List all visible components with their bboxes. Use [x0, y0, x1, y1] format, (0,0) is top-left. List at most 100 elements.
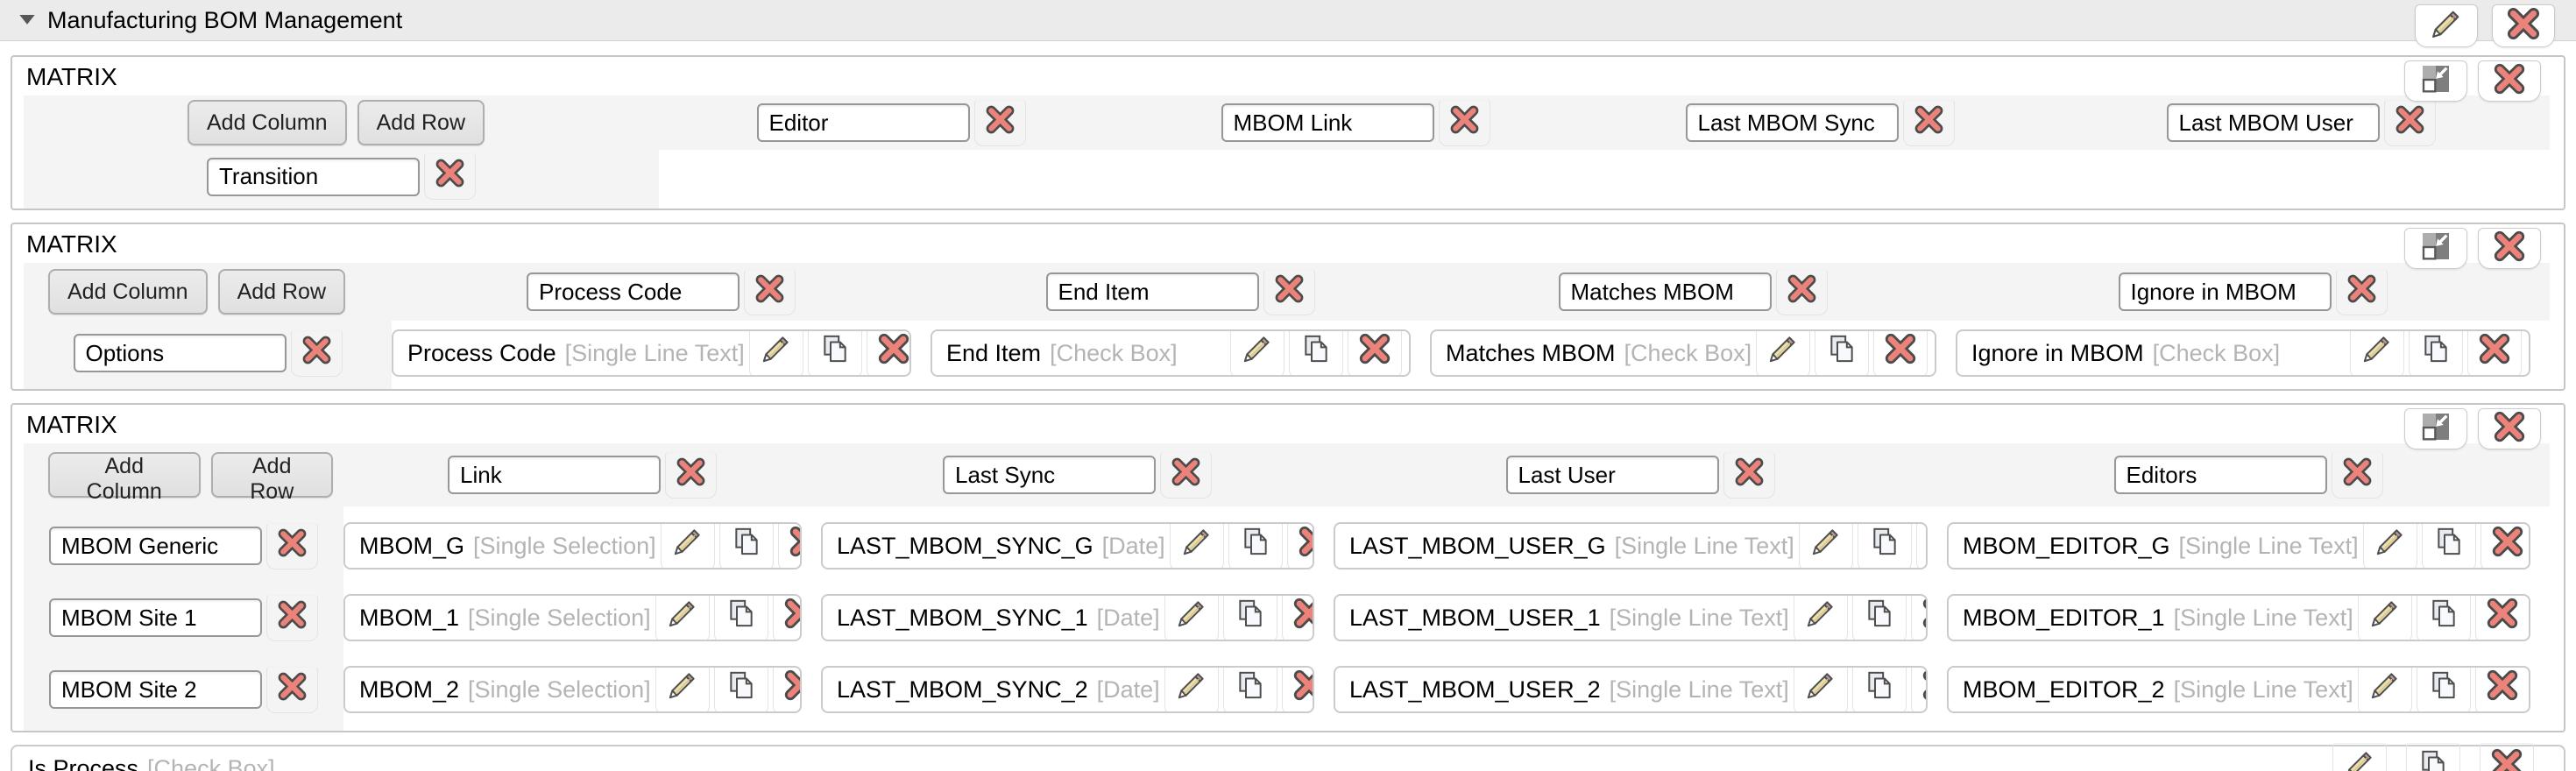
delete-field-button[interactable] [1282, 594, 1314, 641]
edit-field-button[interactable] [1756, 329, 1810, 377]
delete-column-button[interactable] [1723, 452, 1775, 499]
copy-field-button[interactable] [2417, 594, 2471, 641]
delete-field-button[interactable] [2480, 522, 2530, 569]
edit-field-button[interactable] [1164, 594, 1219, 641]
copy-field-button[interactable] [2422, 522, 2476, 569]
field-box[interactable]: MBOM_EDITOR_G[Single Line Text] [1947, 522, 2530, 569]
column-name-input[interactable] [2167, 103, 2380, 142]
delete-field-button[interactable] [2480, 743, 2534, 771]
edit-field-button[interactable] [2332, 743, 2387, 771]
delete-row-button[interactable] [424, 153, 476, 200]
field-box[interactable]: LAST_MBOM_SYNC_2[Date] [821, 666, 1314, 713]
delete-field-button[interactable] [867, 329, 911, 377]
column-name-input[interactable] [1221, 103, 1434, 142]
column-name-input[interactable] [448, 456, 661, 494]
column-name-input[interactable] [527, 272, 740, 311]
delete-column-button[interactable] [2384, 100, 2436, 146]
add-row-button[interactable]: Add Row [211, 452, 334, 498]
delete-field-button[interactable] [2467, 329, 2522, 377]
copy-field-button[interactable] [1858, 522, 1912, 569]
delete-row-button[interactable] [291, 330, 343, 377]
column-name-input[interactable] [1506, 456, 1719, 494]
delete-field-button[interactable] [2475, 594, 2530, 641]
edit-field-button[interactable] [2350, 329, 2404, 377]
delete-field-button[interactable] [1873, 329, 1928, 377]
edit-field-button[interactable] [1170, 522, 1224, 569]
copy-field-button[interactable] [714, 594, 768, 641]
delete-column-button[interactable] [2336, 269, 2388, 315]
delete-panel-button[interactable] [2478, 60, 2541, 102]
field-box[interactable]: End Item[Check Box] [931, 329, 1411, 377]
copy-field-button[interactable] [2406, 743, 2460, 771]
copy-field-button[interactable] [1223, 666, 1277, 713]
edit-field-button[interactable] [1164, 666, 1219, 713]
collapse-panel-button[interactable] [2404, 408, 2467, 449]
collapse-panel-button[interactable] [2404, 228, 2467, 269]
copy-field-button[interactable] [1228, 522, 1283, 569]
field-box[interactable]: Matches MBOM[Check Box] [1430, 329, 1936, 377]
delete-column-button[interactable] [1160, 452, 1212, 499]
collapse-triangle-icon[interactable] [16, 9, 39, 32]
delete-field-button[interactable] [1282, 666, 1314, 713]
copy-field-button[interactable] [1289, 329, 1343, 377]
row-name-input[interactable] [49, 670, 262, 709]
add-row-button[interactable]: Add Row [357, 100, 485, 145]
copy-field-button[interactable] [2417, 666, 2471, 713]
add-column-button[interactable]: Add Column [188, 100, 347, 145]
delete-column-button[interactable] [974, 100, 1026, 146]
copy-field-button[interactable] [1852, 594, 1907, 641]
edit-field-button[interactable] [1794, 594, 1848, 641]
section-header[interactable]: Manufacturing BOM Management [0, 0, 2576, 41]
add-row-button[interactable]: Add Row [218, 269, 345, 315]
add-column-button[interactable]: Add Column [48, 452, 201, 498]
delete-column-button[interactable] [744, 269, 796, 315]
field-box[interactable]: MBOM_G[Single Selection] [343, 522, 802, 569]
row-name-input[interactable] [49, 598, 262, 637]
field-box[interactable]: LAST_MBOM_USER_G[Single Line Text] [1334, 522, 1928, 569]
column-name-input[interactable] [943, 456, 1156, 494]
edit-field-button[interactable] [1799, 522, 1853, 569]
delete-section-button[interactable] [2492, 4, 2555, 47]
edit-section-button[interactable] [2415, 4, 2478, 47]
delete-field-button[interactable] [1911, 666, 1928, 713]
edit-field-button[interactable] [661, 522, 715, 569]
delete-field-button[interactable] [2475, 666, 2530, 713]
column-name-input[interactable] [2114, 456, 2327, 494]
delete-field-button[interactable] [1287, 522, 1314, 569]
delete-column-button[interactable] [1903, 100, 1955, 146]
field-box[interactable]: LAST_MBOM_USER_2[Single Line Text] [1334, 666, 1928, 713]
field-box[interactable]: LAST_MBOM_USER_1[Single Line Text] [1334, 594, 1928, 641]
row-name-input[interactable] [207, 158, 420, 196]
edit-field-button[interactable] [2363, 522, 2417, 569]
copy-field-button[interactable] [2409, 329, 2463, 377]
field-box[interactable]: LAST_MBOM_SYNC_1[Date] [821, 594, 1314, 641]
column-name-input[interactable] [1046, 272, 1259, 311]
row-name-input[interactable] [49, 527, 262, 565]
copy-field-button[interactable] [1223, 594, 1277, 641]
delete-column-button[interactable] [1776, 269, 1828, 315]
edit-field-button[interactable] [1230, 329, 1284, 377]
field-box[interactable]: Ignore in MBOM[Check Box] [1956, 329, 2530, 377]
delete-field-button[interactable] [778, 522, 802, 569]
collapse-panel-button[interactable] [2404, 60, 2467, 102]
delete-row-button[interactable] [266, 595, 318, 641]
field-box[interactable]: LAST_MBOM_SYNC_G[Date] [821, 522, 1314, 569]
column-name-input[interactable] [757, 103, 970, 142]
edit-field-button[interactable] [655, 594, 710, 641]
field-box[interactable]: MBOM_EDITOR_2[Single Line Text] [1947, 666, 2530, 713]
delete-column-button[interactable] [665, 452, 717, 499]
delete-panel-button[interactable] [2478, 408, 2541, 449]
edit-field-button[interactable] [655, 666, 710, 713]
delete-field-button[interactable] [1911, 594, 1928, 641]
edit-field-button[interactable] [2358, 594, 2412, 641]
field-box[interactable]: MBOM_2[Single Selection] [343, 666, 802, 713]
row-name-input[interactable] [74, 334, 287, 372]
field-box[interactable]: Process Code[Single Line Text] [392, 329, 911, 377]
is-process-field[interactable]: Is Process [Check Box] [11, 745, 2565, 771]
column-name-input[interactable] [2119, 272, 2332, 311]
delete-panel-button[interactable] [2478, 228, 2541, 269]
edit-field-button[interactable] [749, 329, 803, 377]
field-box[interactable]: MBOM_EDITOR_1[Single Line Text] [1947, 594, 2530, 641]
column-name-input[interactable] [1559, 272, 1772, 311]
copy-field-button[interactable] [1852, 666, 1907, 713]
